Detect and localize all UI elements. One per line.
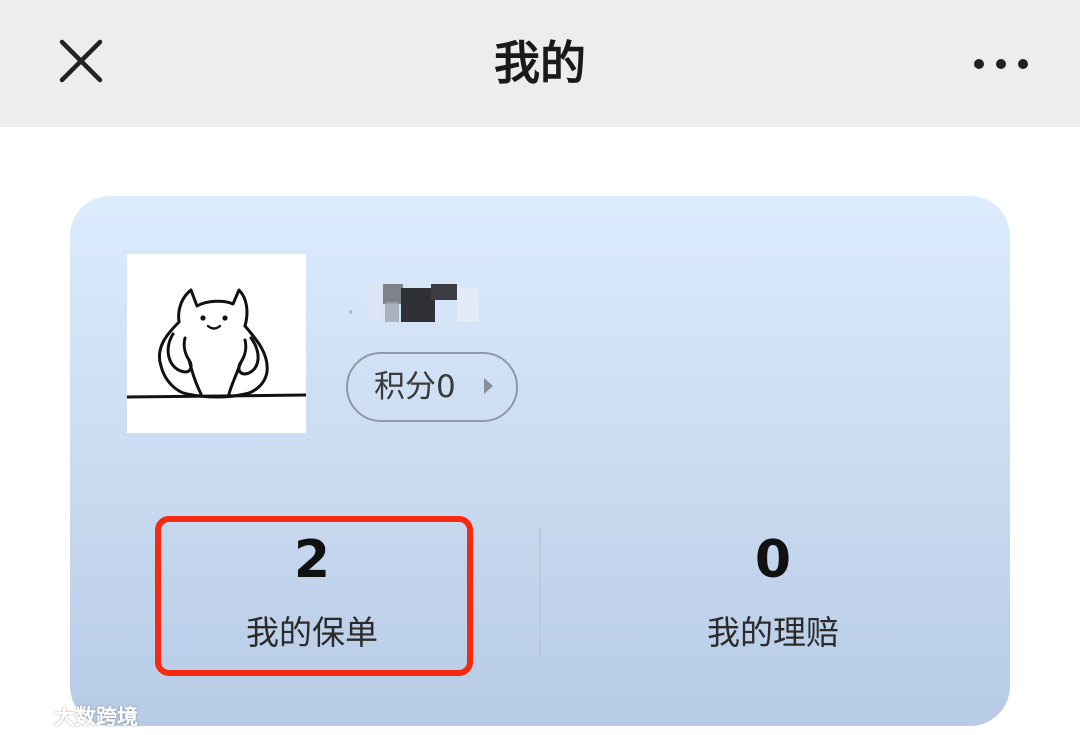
close-icon [59, 39, 103, 83]
close-button[interactable] [52, 32, 110, 90]
page-title: 我的 [494, 36, 586, 90]
watermark: 大数跨境 [8, 700, 138, 732]
my-policies-stat[interactable]: 2 我的保单 [160, 518, 464, 668]
profile-card: 积分0 2 我的保单 0 我的理赔 [70, 196, 1010, 726]
chevron-right-icon [484, 378, 493, 394]
claims-count: 0 [754, 530, 792, 590]
points-label: 积分0 [374, 369, 456, 405]
top-navigation-bar: 我的 [0, 0, 1080, 127]
blurred-username-image [349, 284, 479, 322]
more-icon [974, 59, 1028, 69]
stats-divider [539, 528, 541, 658]
claims-label: 我的理赔 [707, 613, 839, 652]
watermark-text: 大数跨境 [54, 705, 138, 729]
points-button[interactable]: 积分0 [346, 352, 518, 422]
policies-label: 我的保单 [246, 613, 378, 652]
avatar[interactable] [127, 254, 306, 433]
watermark-logo-icon [11, 706, 47, 725]
username-blurred [345, 284, 495, 326]
my-claims-stat[interactable]: 0 我的理赔 [621, 518, 925, 668]
cat-avatar-icon [127, 288, 306, 399]
policies-count: 2 [293, 530, 331, 590]
more-button[interactable] [966, 46, 1036, 82]
